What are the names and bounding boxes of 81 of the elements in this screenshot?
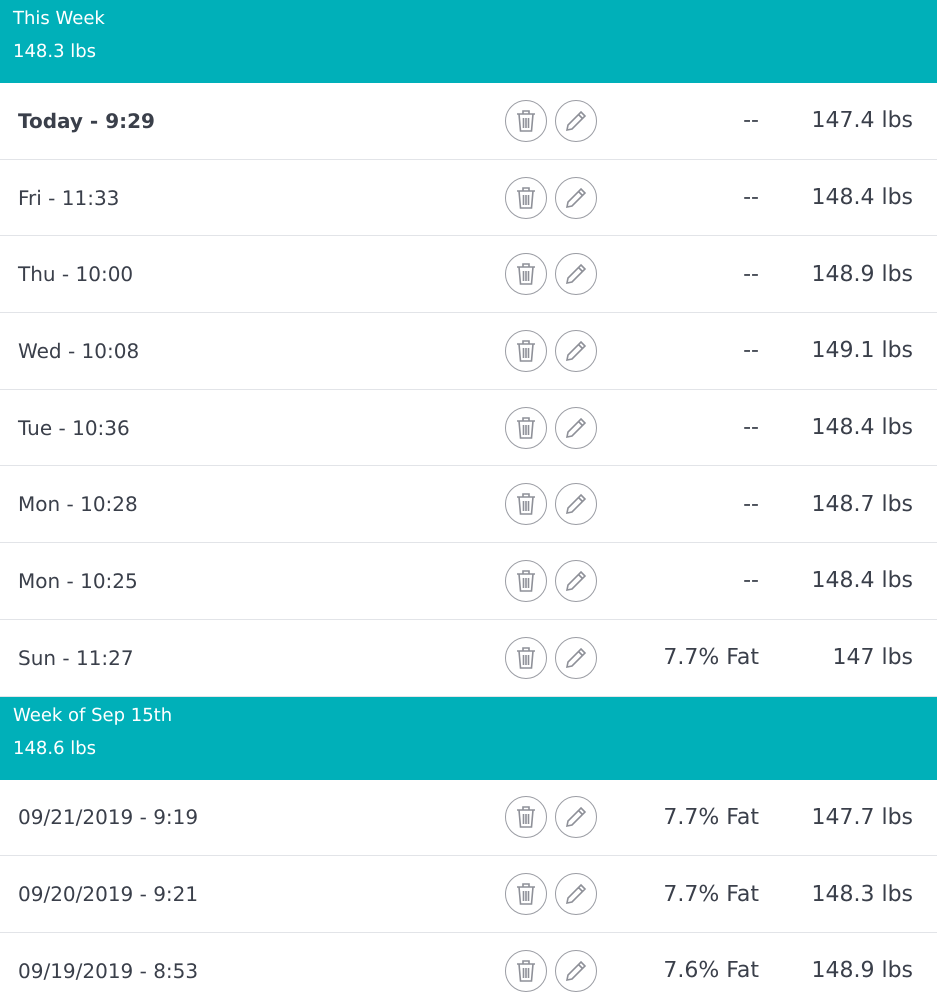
trash-icon <box>516 646 536 670</box>
edit-button[interactable] <box>555 483 597 526</box>
body-fat: 7.7% Fat <box>663 645 759 670</box>
entry-time: Tue - 10:36 <box>18 416 130 440</box>
body-fat: -- <box>743 415 759 440</box>
delete-button[interactable] <box>505 950 547 992</box>
entry-time: Mon - 10:28 <box>18 492 138 516</box>
trash-icon <box>516 416 536 440</box>
delete-button[interactable] <box>505 560 547 602</box>
pencil-icon <box>565 883 587 906</box>
weight-value: 148.3 lbs <box>811 882 913 907</box>
trash-icon <box>516 805 536 830</box>
edit-button[interactable] <box>555 796 597 838</box>
weight-value: 148.9 lbs <box>811 958 913 984</box>
body-fat: 7.7% Fat <box>663 882 759 907</box>
pencil-icon <box>565 110 587 132</box>
edit-button[interactable] <box>555 406 597 449</box>
entry-time: Thu - 10:00 <box>18 262 134 286</box>
edit-button[interactable] <box>555 560 597 602</box>
edit-button[interactable] <box>555 636 597 679</box>
trash-icon <box>516 882 536 906</box>
entry-time: Wed - 10:08 <box>18 338 140 363</box>
edit-button[interactable] <box>555 176 597 219</box>
weight-value: 149.1 lbs <box>811 338 913 364</box>
delete-button[interactable] <box>505 330 547 372</box>
week-average: 148.6 lbs <box>13 736 96 760</box>
body-fat: -- <box>743 568 759 594</box>
weight-value: 148.9 lbs <box>811 262 913 287</box>
pencil-icon <box>565 416 587 439</box>
delete-button[interactable] <box>505 406 547 449</box>
week-title: Week of Sep 15th <box>13 704 172 728</box>
trash-icon <box>516 186 536 210</box>
pencil-icon <box>565 186 587 209</box>
edit-button[interactable] <box>555 950 597 992</box>
delete-button[interactable] <box>505 100 547 142</box>
body-fat: 7.7% Fat <box>663 804 759 830</box>
delete-button[interactable] <box>505 176 547 219</box>
body-fat: -- <box>743 338 759 364</box>
body-fat: -- <box>743 262 759 287</box>
weight-value: 148.7 lbs <box>811 492 913 517</box>
body-fat: -- <box>743 492 759 517</box>
delete-button[interactable] <box>505 253 547 296</box>
weight-value: 148.4 lbs <box>811 568 913 594</box>
delete-button[interactable] <box>505 483 547 526</box>
entry-time: 09/19/2019 - 8:53 <box>18 958 198 983</box>
pencil-icon <box>565 646 587 669</box>
pencil-icon <box>565 340 587 362</box>
entry-time: 09/21/2019 - 9:19 <box>18 805 198 830</box>
edit-button[interactable] <box>555 330 597 372</box>
body-fat: 7.6% Fat <box>663 958 759 984</box>
trash-icon <box>516 492 536 516</box>
delete-button[interactable] <box>505 796 547 838</box>
entry-time: Fri - 11:33 <box>18 186 120 210</box>
pencil-icon <box>565 493 587 516</box>
entry-time: Today - 9:29 <box>18 108 155 133</box>
weight-value: 148.4 lbs <box>811 185 913 210</box>
week-title: This Week <box>13 7 105 31</box>
weight-value: 147.4 lbs <box>811 108 913 134</box>
weight-value: 147 lbs <box>832 645 913 670</box>
entry-time: Sun - 11:27 <box>18 646 134 670</box>
trash-icon <box>516 338 536 363</box>
edit-button[interactable] <box>555 253 597 296</box>
entry-time: Mon - 10:25 <box>18 568 138 593</box>
trash-icon <box>516 108 536 133</box>
edit-button[interactable] <box>555 100 597 142</box>
trash-icon <box>516 262 536 286</box>
trash-icon <box>516 958 536 983</box>
entry-time: 09/20/2019 - 9:21 <box>18 882 198 906</box>
trash-icon <box>516 568 536 593</box>
pencil-icon <box>565 960 587 982</box>
week-average: 148.3 lbs <box>13 40 96 64</box>
weight-value: 147.7 lbs <box>811 804 913 830</box>
pencil-icon <box>565 570 587 592</box>
delete-button[interactable] <box>505 873 547 916</box>
weight-value: 148.4 lbs <box>811 415 913 440</box>
pencil-icon <box>565 806 587 828</box>
body-fat: -- <box>743 108 759 134</box>
edit-button[interactable] <box>555 873 597 916</box>
delete-button[interactable] <box>505 636 547 679</box>
pencil-icon <box>565 263 587 286</box>
body-fat: -- <box>743 185 759 210</box>
